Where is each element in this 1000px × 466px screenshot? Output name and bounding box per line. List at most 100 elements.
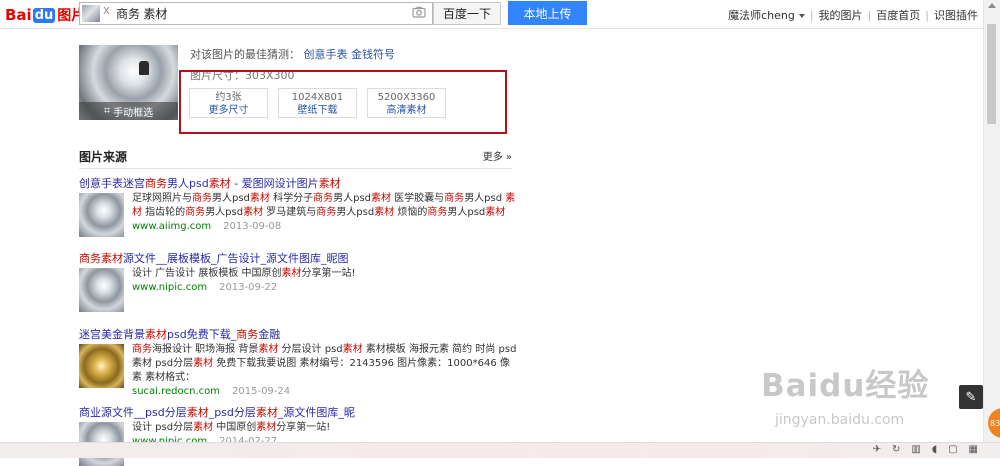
source-date: 2013-09-22 xyxy=(219,282,278,293)
nav-divider: | xyxy=(925,8,929,22)
keyword-highlight: 素材 xyxy=(145,328,167,341)
crop-icon: ⌗ xyxy=(103,104,111,117)
caret-down-icon xyxy=(798,14,805,18)
refresh-icon[interactable]: ↻ xyxy=(892,444,900,455)
window-icon[interactable]: ▢ xyxy=(948,444,957,455)
source-url[interactable]: www.aiimg.com xyxy=(132,221,211,232)
description-text: 男人psd xyxy=(447,207,486,218)
manual-crop-label: 手动框选 xyxy=(113,107,154,119)
source-url[interactable]: www.nipic.com xyxy=(132,282,207,293)
description-text: 设计 广告设计 展板模板 中国原创 xyxy=(132,268,282,279)
size-option-more[interactable]: 约3张 更多尺寸 xyxy=(189,88,268,118)
source-date: 2013-09-08 xyxy=(223,221,282,232)
vertical-scrollbar[interactable] xyxy=(983,0,1000,457)
size-option-label: 更多尺寸 xyxy=(208,105,249,116)
upload-button[interactable]: 本地上传 xyxy=(508,1,587,25)
title-text: 商业源文件__psd分层 xyxy=(79,406,187,419)
keyword-highlight: 商务 xyxy=(444,193,465,204)
keyword-highlight: 素材 xyxy=(249,193,270,204)
search-box[interactable]: X xyxy=(79,2,433,25)
keyword-highlight: 素材 xyxy=(243,207,264,218)
query-image-preview[interactable]: ⌗ 手动框选 xyxy=(79,45,178,120)
source-title-link[interactable]: 商业源文件__psd分层素材_psd分层素材_源文件图库_昵 xyxy=(79,404,519,419)
description-text: 足球网照片与 xyxy=(132,193,192,204)
pin-icon[interactable]: ✈ xyxy=(873,444,881,455)
nav-my-images[interactable]: 我的图片 xyxy=(819,7,863,23)
source-title-link[interactable]: 创意手表迷宫商务男人psd素材 - 爱图网设计图片素材 xyxy=(79,175,519,190)
size-option-count: 约3张 xyxy=(215,92,242,103)
source-item: 创意手表迷宫商务男人psd素材 - 爱图网设计图片素材 足球网照片与商务男人psd… xyxy=(79,175,519,237)
keyword-highlight: 素材 xyxy=(101,252,123,265)
description-text: 分享第一站! xyxy=(301,268,356,279)
keyword-highlight: 素材 xyxy=(256,422,277,433)
size-option-label: 壁纸下载 xyxy=(297,105,338,116)
source-title-link[interactable]: 迷宫美金背景素材psd免费下载_商务金融 xyxy=(79,326,519,341)
section-title: 图片来源 xyxy=(79,150,128,164)
search-button[interactable]: 百度一下 xyxy=(433,2,501,25)
description-text: 分层设计 psd xyxy=(278,344,343,355)
size-option-label: 高清素材 xyxy=(386,105,427,116)
pencil-icon: ✎ xyxy=(965,389,977,405)
source-description: 设计 广告设计 展板模板 中国原创素材分享第一站! www.nipic.com 20… xyxy=(132,267,517,295)
keyword-highlight: 商务 xyxy=(145,177,167,190)
keyword-highlight: 素材 xyxy=(186,406,209,419)
keyword-highlight: 素材 xyxy=(255,406,278,419)
description-text: 分享第一站! xyxy=(276,422,331,433)
source-body: 足球网照片与商务男人psd素材 科学分子商务男人psd素材 医学胶囊与商务男人p… xyxy=(79,193,519,237)
source-meta: www.aiimg.com 2013-09-08 xyxy=(132,220,517,234)
manual-crop-button[interactable]: ⌗ 手动框选 xyxy=(79,102,178,120)
source-meta: sucai.redocn.com 2015-09-24 xyxy=(132,385,517,399)
keyword-highlight: 商务 xyxy=(192,193,212,204)
nav-divider: | xyxy=(809,8,814,22)
source-body: 商务海报设计 职场海报 背景素材 分层设计 psd素材 素材模板 海报元素 简约… xyxy=(79,344,519,397)
source-title-link[interactable]: 商务素材源文件__展板模板_广告设计_源文件图库_昵图 xyxy=(79,250,519,265)
description-text: 中国原创 xyxy=(213,422,257,433)
best-guess-label: 对该图片的最佳猜测： xyxy=(190,48,300,61)
source-url[interactable]: sucai.redocn.com xyxy=(132,386,220,397)
size-option-dimensions: 1024X801 xyxy=(291,92,344,103)
description-text: 指齿轮的 xyxy=(142,207,186,218)
edit-feedback-button[interactable]: ✎ xyxy=(959,385,983,409)
user-menu[interactable]: 魔法师cheng xyxy=(728,7,805,23)
trash-icon[interactable]: ▥ xyxy=(911,444,920,455)
search-input[interactable] xyxy=(116,3,406,24)
keyword-highlight: 素材 xyxy=(371,193,391,204)
description-text: 男人psd xyxy=(336,207,375,218)
source-thumbnail[interactable] xyxy=(79,344,124,388)
best-guess-line: 对该图片的最佳猜测： 创意手表 金钱符号 xyxy=(190,46,395,62)
source-item: 商务素材源文件__展板模板_广告设计_源文件图库_昵图设计 广告设计 展板模板 … xyxy=(79,250,519,312)
title-text: 男人psd xyxy=(167,177,209,190)
logo-paw: du xyxy=(32,7,56,23)
keyword-highlight: 素材 xyxy=(193,358,214,369)
keyword-highlight: 商务 xyxy=(185,207,206,218)
camera-icon[interactable] xyxy=(412,6,426,18)
size-option-hd[interactable]: 5200X3360 高清素材 xyxy=(367,88,446,118)
speaker-icon[interactable]: ◖ xyxy=(932,444,937,455)
description-text: 男人psd xyxy=(212,193,250,204)
guess-tag[interactable]: 金钱符号 xyxy=(351,48,395,61)
remove-query-image-icon[interactable]: X xyxy=(103,6,110,17)
description-text: 医学胶囊与 xyxy=(391,193,445,204)
keyword-highlight: 素材 xyxy=(208,177,231,190)
scroll-thumb[interactable] xyxy=(987,24,996,124)
taskbar-icons: ✈ ↻ ▥ ◖ ▢ ▦ xyxy=(873,444,978,455)
keyword-highlight: 素材 xyxy=(374,207,395,218)
source-thumbnail[interactable] xyxy=(79,268,124,312)
source-thumbnail[interactable] xyxy=(79,193,124,237)
guess-tag[interactable]: 创意手表 xyxy=(304,48,348,61)
keyword-highlight: 商务 xyxy=(132,344,152,355)
baidu-images-logo[interactable]: Bai du 图片 xyxy=(5,6,85,24)
source-item: 迷宫美金背景素材psd免费下载_商务金融商务海报设计 职场海报 背景素材 分层设… xyxy=(79,326,519,397)
source-meta: www.nipic.com 2013-09-22 xyxy=(132,281,517,295)
nav-baidu-home[interactable]: 百度首页 xyxy=(876,7,920,23)
keyword-highlight: 素材 xyxy=(258,344,279,355)
description-text: 男人psd xyxy=(205,207,244,218)
top-nav: 魔法师cheng | 我的图片 | 百度首页 | 识图插件 xyxy=(728,7,978,23)
size-option-wallpaper[interactable]: 1024X801 壁纸下载 xyxy=(278,88,357,118)
description-text: 男人psd xyxy=(464,193,506,204)
nav-divider: | xyxy=(867,8,872,22)
scroll-up-arrow-icon[interactable] xyxy=(988,3,996,8)
nav-image-plugin[interactable]: 识图插件 xyxy=(934,7,978,23)
more-link[interactable]: 更多 » xyxy=(483,148,512,163)
grid-icon[interactable]: ▦ xyxy=(969,444,978,455)
